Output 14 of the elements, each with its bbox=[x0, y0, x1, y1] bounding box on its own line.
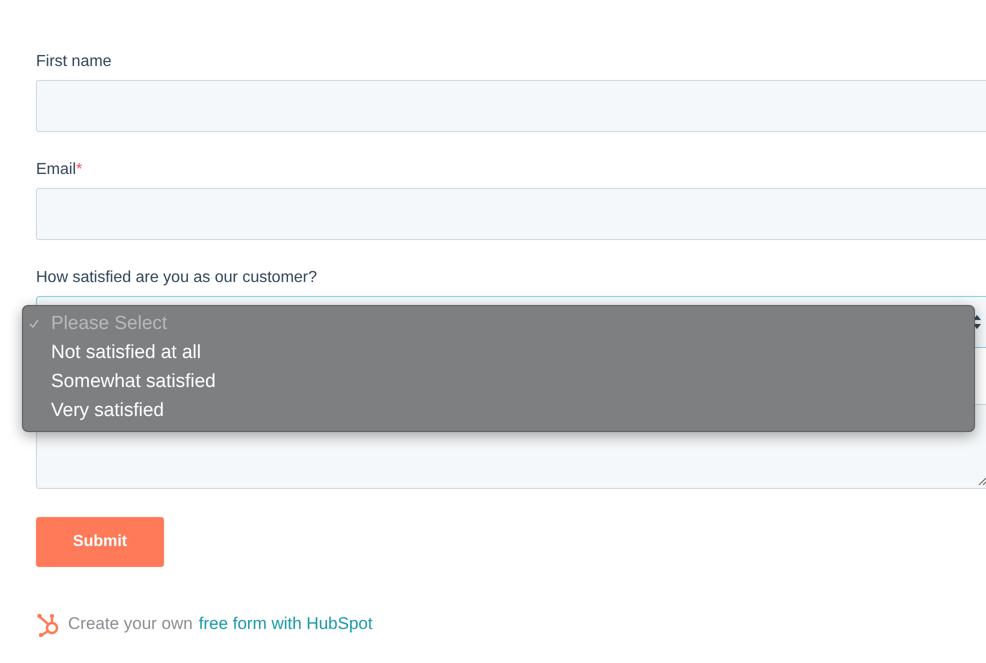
resize-grip-icon bbox=[978, 477, 986, 485]
submit-button[interactable]: Submit bbox=[36, 517, 164, 567]
menu-option[interactable]: Not satisfied at all bbox=[51, 342, 201, 364]
menu-option[interactable]: Somewhat satisfied bbox=[51, 370, 216, 392]
menu-option: Please Select bbox=[51, 312, 168, 334]
hubspot-link[interactable]: free form with HubSpot bbox=[198, 614, 373, 634]
field-label: Email* bbox=[36, 160, 82, 180]
updown-arrows-icon bbox=[973, 315, 981, 329]
field-label: First name bbox=[36, 52, 112, 72]
menu-option[interactable]: Very satisfied bbox=[51, 400, 164, 422]
footer-text: Create your own bbox=[68, 614, 193, 634]
input-field[interactable] bbox=[36, 188, 986, 240]
input-field[interactable] bbox=[36, 80, 986, 132]
field-label: How satisfied are you as our customer? bbox=[36, 268, 318, 288]
